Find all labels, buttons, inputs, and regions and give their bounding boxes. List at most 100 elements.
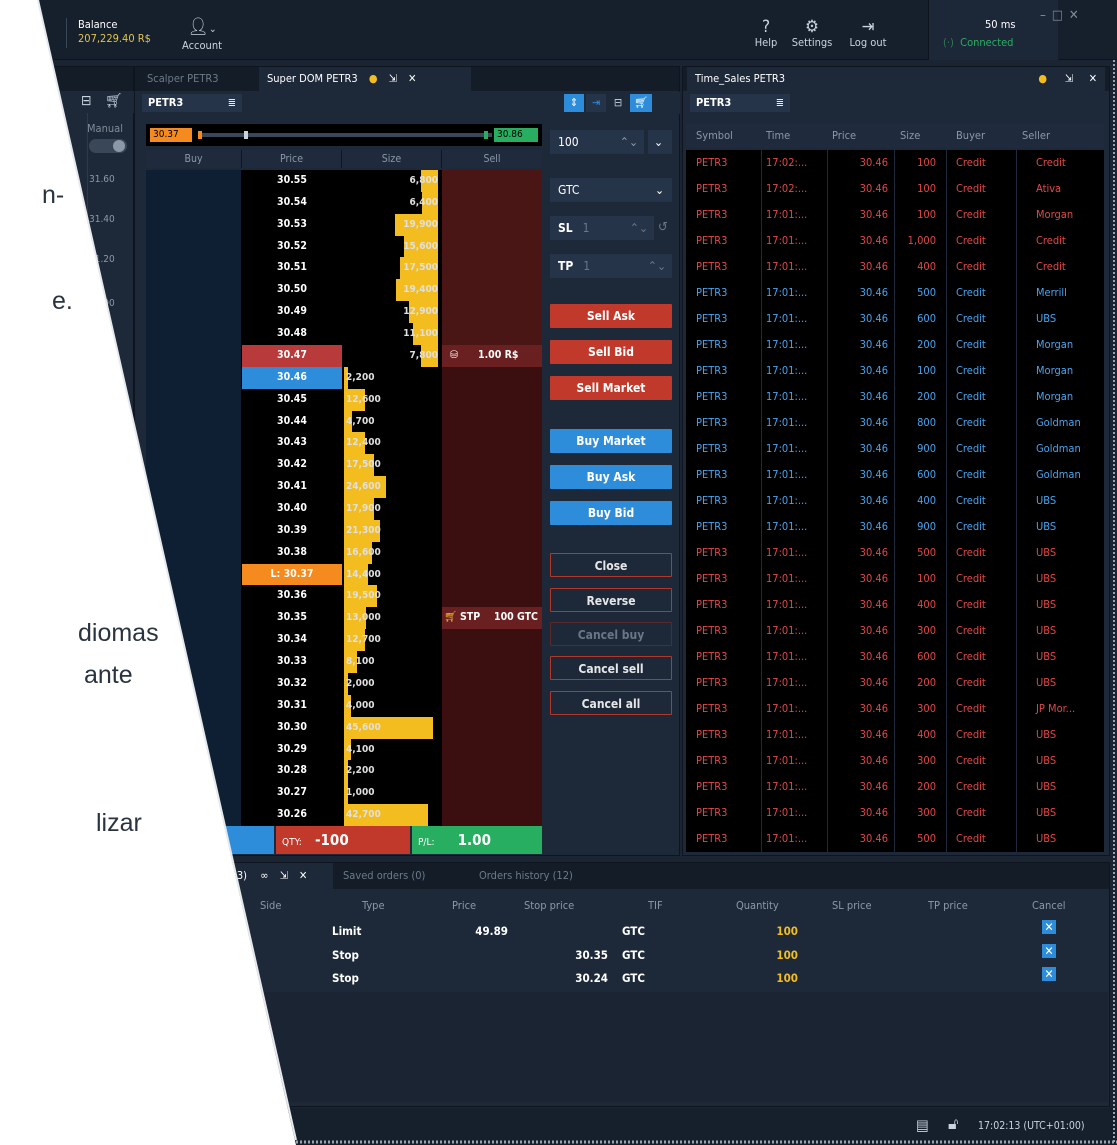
buy-cell[interactable] [146, 716, 242, 739]
sell-cell[interactable] [442, 716, 542, 739]
tif-select[interactable]: GTC ⌄ [550, 178, 672, 202]
ladder-row[interactable]: 30.39 21,300 [146, 519, 542, 542]
buy-cell[interactable] [146, 607, 242, 630]
sell-ask-button[interactable]: Sell Ask [550, 304, 672, 328]
ladder-row[interactable]: 30.49 12,900 [146, 301, 542, 324]
buy-cell[interactable] [146, 760, 242, 783]
buy-cell[interactable] [146, 629, 242, 652]
sell-market-button[interactable]: Sell Market [550, 376, 672, 400]
buy-cell[interactable] [146, 563, 242, 586]
sell-cell[interactable] [442, 191, 542, 214]
ladder-row[interactable]: 30.45 12,600 [146, 388, 542, 411]
order-row[interactable]: Stop 30.24 GTC 100 ✕ [218, 967, 1098, 990]
sell-cell[interactable] [442, 498, 542, 520]
sell-bid-button[interactable]: Sell Bid [550, 340, 672, 364]
sell-cell[interactable] [442, 476, 542, 498]
buy-cell[interactable] [146, 213, 242, 236]
sell-cell[interactable] [442, 235, 542, 258]
buy-bid-button[interactable]: Buy Bid [550, 501, 672, 525]
ladder-row[interactable]: 30.41 24,600 [146, 476, 542, 498]
orders-column-header[interactable]: Price [452, 894, 476, 918]
mode-toggle[interactable] [89, 139, 127, 153]
ladder-row[interactable]: 30.43 12,400 [146, 432, 542, 455]
ts-column-header[interactable]: Time [766, 124, 790, 148]
buy-cell[interactable] [146, 672, 242, 695]
buy-cell[interactable] [146, 738, 242, 761]
tab-working-orders[interactable]: (3) ∞ ⇲ ✕ [225, 863, 333, 889]
minimize-icon[interactable]: – [1040, 8, 1052, 23]
buy-cell[interactable] [146, 585, 242, 608]
buy-cell[interactable] [146, 344, 242, 367]
buy-cell[interactable] [146, 498, 242, 520]
dom-ladder[interactable]: 30.55 6,800 30.54 6,400 30.53 19,900 30.52 15,6… [146, 170, 542, 826]
buy-cell[interactable] [146, 476, 242, 498]
ladder-row[interactable]: 30.44 4,700 [146, 410, 542, 433]
sell-cell[interactable] [442, 563, 542, 586]
sell-cell[interactable] [442, 738, 542, 761]
ladder-row[interactable]: 30.34 12,700 [146, 629, 542, 652]
sell-cell[interactable] [442, 804, 542, 826]
buy-ask-button[interactable]: Buy Ask [550, 465, 672, 489]
close-tab-icon[interactable]: ✕ [408, 72, 416, 85]
buy-cell[interactable] [146, 366, 242, 389]
cancel-all-button[interactable]: Cancel all [550, 691, 672, 715]
ladder-row[interactable]: 30.52 15,600 [146, 235, 542, 258]
buy-cell[interactable] [146, 432, 242, 455]
detach-icon[interactable]: ⇲ [389, 72, 397, 85]
buy-cell[interactable] [146, 235, 242, 258]
orders-column-header[interactable]: Cancel [1032, 894, 1066, 918]
buy-cell[interactable] [146, 301, 242, 324]
ladder-row[interactable]: 30.29 4,100 [146, 738, 542, 761]
close-window-icon[interactable]: ✕ [1069, 8, 1085, 23]
buy-cell[interactable] [146, 410, 242, 433]
ladder-row[interactable]: 30.35 13,000 🛒︎ STP 100 GTC [146, 607, 542, 630]
ladder-row[interactable]: 30.31 4,000 [146, 694, 542, 717]
sell-cell[interactable] [442, 366, 542, 389]
ts-symbol-selector[interactable]: PETR3 ≣ [690, 94, 790, 112]
sell-cell[interactable] [442, 257, 542, 280]
detach-icon[interactable]: ⇲ [280, 869, 288, 882]
cancel-buy-button[interactable]: Cancel buy [550, 622, 672, 646]
stepper-icon[interactable]: ⌃⌄ [630, 216, 648, 240]
sell-cell[interactable] [442, 519, 542, 542]
tab-orders-history[interactable]: Orders history (12) [471, 863, 581, 889]
buy-cell[interactable] [146, 694, 242, 717]
sell-cell[interactable] [442, 651, 542, 673]
buy-cell[interactable] [146, 279, 242, 302]
trailing-icon[interactable]: ↺ [658, 220, 668, 235]
sell-cell[interactable] [442, 388, 542, 411]
ladder-row[interactable]: 30.27 1,000 [146, 782, 542, 805]
stepper-icon[interactable]: ⌃⌄ [620, 130, 638, 154]
ladder-row[interactable]: L: 30.37 14,400 [146, 563, 542, 586]
align-icon[interactable]: ⇥ [586, 94, 606, 112]
orders-column-header[interactable]: Type [362, 894, 385, 918]
buy-cell[interactable] [146, 804, 242, 826]
ts-column-header[interactable]: Size [900, 124, 920, 148]
lock-icon[interactable]: 🔓︎ [948, 1114, 958, 1134]
sell-cell[interactable] [442, 694, 542, 717]
buy-market-button[interactable]: Buy Market [550, 429, 672, 453]
tab-time-sales[interactable]: Time_Sales PETR3 ● ⇲ ✕ [687, 67, 1105, 91]
buy-cell[interactable] [146, 782, 242, 805]
sell-cell[interactable] [442, 585, 542, 608]
account-button[interactable]: 👤︎⌄ Account [176, 18, 228, 52]
sell-cell[interactable] [442, 454, 542, 477]
tab-saved-orders[interactable]: Saved orders (0) [335, 863, 433, 889]
ladder-row[interactable]: 30.50 19,400 [146, 279, 542, 302]
tp-input[interactable]: TP 1 ⌃⌄ [550, 254, 672, 278]
orders-column-header[interactable]: Stop price [524, 894, 574, 918]
ladder-row[interactable]: 30.33 8,100 [146, 651, 542, 673]
orders-column-header[interactable]: Side [260, 894, 281, 918]
orders-column-header[interactable]: Quantity [736, 894, 779, 918]
tab-super-dom[interactable]: Super DOM PETR3 ● ⇲ ✕ [259, 67, 471, 91]
help-button[interactable]: ? Help [748, 18, 784, 49]
buy-cell[interactable] [146, 454, 242, 477]
sell-cell[interactable] [442, 170, 542, 192]
buy-cell[interactable] [146, 651, 242, 673]
ts-column-header[interactable]: Price [832, 124, 856, 148]
ts-column-header[interactable]: Symbol [696, 124, 733, 148]
sell-cell[interactable] [442, 323, 542, 345]
detach-icon[interactable]: ⇲ [1065, 67, 1073, 91]
center-icon[interactable]: ⇕ [564, 94, 584, 112]
order-row[interactable]: ll Stop 30.35 GTC 100 ✕ [218, 943, 1098, 967]
